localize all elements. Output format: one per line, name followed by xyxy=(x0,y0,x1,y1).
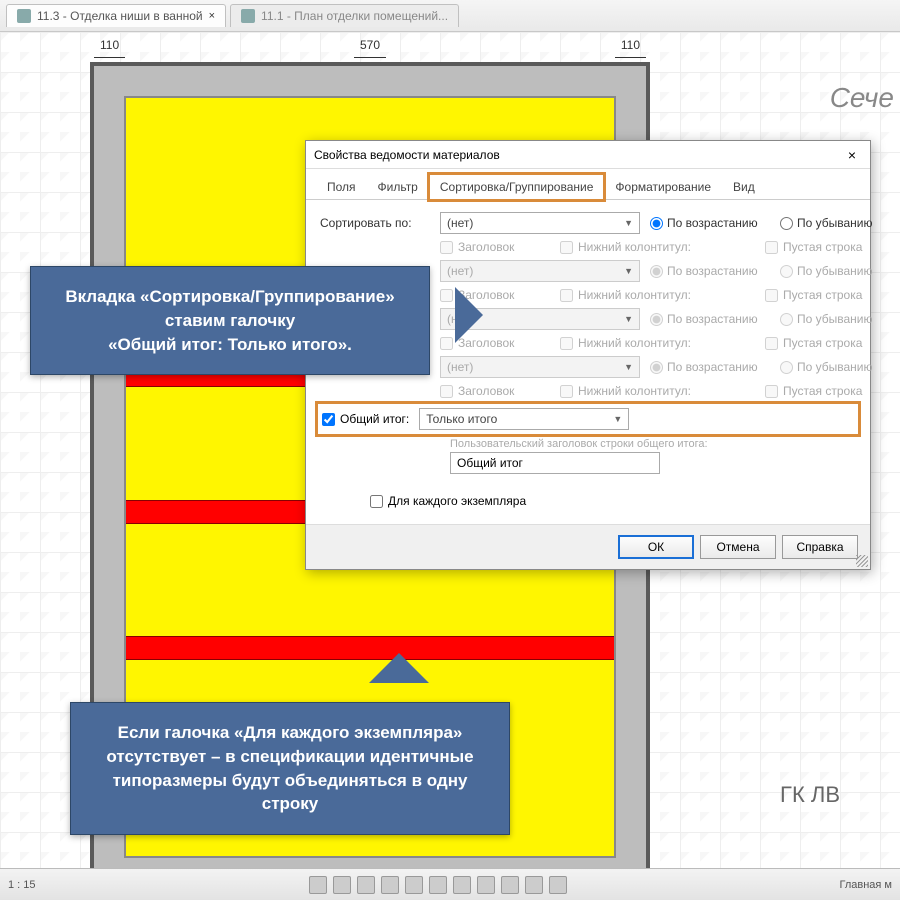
radio-ascending[interactable]: По возрастанию xyxy=(650,216,770,230)
view-title: Сече xyxy=(830,82,894,114)
tab-filter[interactable]: Фильтр xyxy=(367,174,429,200)
annotation-callout-bottom: Если галочка «Для каждого экземпляра» от… xyxy=(70,702,510,835)
status-icon[interactable] xyxy=(429,876,447,894)
scale-display[interactable]: 1 : 15 xyxy=(8,879,36,891)
status-icon[interactable] xyxy=(501,876,519,894)
status-icon[interactable] xyxy=(381,876,399,894)
annotation-callout-top: Вкладка «Сортировка/Группирование» стави… xyxy=(30,266,430,375)
status-icon[interactable] xyxy=(525,876,543,894)
close-icon[interactable]: × xyxy=(209,10,215,22)
blank-line-checkbox: Пустая строка xyxy=(765,384,885,398)
chevron-down-icon: ▼ xyxy=(613,414,622,424)
chevron-down-icon: ▼ xyxy=(624,362,633,372)
then-subrow: Заголовок Нижний колонтитул: Пустая стро… xyxy=(320,384,856,398)
document-tab-active[interactable]: 11.3 - Отделка ниши в ванной × xyxy=(6,4,226,27)
grand-total-checkbox[interactable]: Общий итог: xyxy=(322,412,409,426)
footer-checkbox: Нижний колонтитул: xyxy=(560,288,755,302)
sort-subrow: Заголовок Нижний колонтитул: Пустая стро… xyxy=(320,240,856,254)
custom-row-title-input[interactable]: Общий итог xyxy=(450,452,660,474)
dialog-title: Свойства ведомости материалов xyxy=(314,148,500,162)
blank-line-checkbox: Пустая строка xyxy=(765,288,885,302)
status-icon[interactable] xyxy=(477,876,495,894)
footer-checkbox: Нижний колонтитул: xyxy=(560,336,755,350)
document-tab-inactive[interactable]: 11.1 - План отделки помещений... xyxy=(230,4,459,27)
app-frame: 11.3 - Отделка ниши в ванной × 11.1 - Пл… xyxy=(0,0,900,900)
ok-button[interactable]: ОК xyxy=(618,535,694,559)
document-tab-label: 11.1 - План отделки помещений... xyxy=(261,9,448,23)
dialog-titlebar[interactable]: Свойства ведомости материалов × xyxy=(306,141,870,169)
status-icon[interactable] xyxy=(333,876,351,894)
radio-descending: По убыванию xyxy=(780,264,890,278)
tab-formatting[interactable]: Форматирование xyxy=(604,174,722,200)
dimension-top: 110 570 110 xyxy=(94,38,646,58)
sheet-icon xyxy=(17,9,31,23)
radio-ascending: По возрастанию xyxy=(650,360,770,374)
status-icon[interactable] xyxy=(357,876,375,894)
status-icon[interactable] xyxy=(453,876,471,894)
status-icon[interactable] xyxy=(309,876,327,894)
sort-by-label: Сортировать по: xyxy=(320,216,430,230)
radio-descending: По убыванию xyxy=(780,312,890,326)
tab-fields[interactable]: Поля xyxy=(316,174,367,200)
material-tag: ГК ЛВ xyxy=(780,782,840,808)
header-checkbox: Заголовок xyxy=(440,240,550,254)
document-tab-label: 11.3 - Отделка ниши в ванной xyxy=(37,9,203,23)
then-by-combo: (нет)▼ xyxy=(440,356,640,378)
dialog-tabs: Поля Фильтр Сортировка/Группирование Фор… xyxy=(306,169,870,200)
status-icon[interactable] xyxy=(549,876,567,894)
help-button[interactable]: Справка xyxy=(782,535,858,559)
grand-total-row: Общий итог: Только итого ▼ xyxy=(320,406,856,432)
document-tab-bar: 11.3 - Отделка ниши в ванной × 11.1 - Пл… xyxy=(0,0,900,32)
radio-descending: По убыванию xyxy=(780,360,890,374)
grand-total-combo[interactable]: Только итого ▼ xyxy=(419,408,629,430)
cancel-button[interactable]: Отмена xyxy=(700,535,776,559)
tab-view[interactable]: Вид xyxy=(722,174,766,200)
close-icon[interactable]: × xyxy=(842,145,862,165)
tab-sorting-grouping[interactable]: Сортировка/Группирование xyxy=(429,174,605,200)
dialog-button-bar: ОК Отмена Справка xyxy=(306,524,870,569)
resize-grip-icon[interactable] xyxy=(856,555,868,567)
footer-checkbox: Нижний колонтитул: xyxy=(560,384,755,398)
chevron-down-icon: ▼ xyxy=(624,266,633,276)
status-icon[interactable] xyxy=(405,876,423,894)
status-right-label: Главная м xyxy=(840,879,893,891)
then-by-combo: (нет)▼ xyxy=(440,260,640,282)
radio-ascending: По возрастанию xyxy=(650,264,770,278)
custom-row-caption: Пользовательский заголовок строки общего… xyxy=(450,438,856,450)
blank-line-checkbox: Пустая строка xyxy=(765,336,885,350)
footer-checkbox: Нижний колонтитул: xyxy=(560,240,755,254)
chevron-down-icon: ▼ xyxy=(624,314,633,324)
header-checkbox: Заголовок xyxy=(440,384,550,398)
blank-line-checkbox: Пустая строка xyxy=(765,240,885,254)
status-bar: 1 : 15 Главная м xyxy=(0,868,900,900)
dim-value: 110 xyxy=(615,38,646,58)
radio-ascending: По возрастанию xyxy=(650,312,770,326)
dim-value: 110 xyxy=(94,38,125,58)
sort-by-combo[interactable]: (нет) ▼ xyxy=(440,212,640,234)
per-instance-checkbox[interactable]: Для каждого экземпляра xyxy=(370,494,856,508)
dim-value: 570 xyxy=(354,38,386,58)
combo-value: Только итого xyxy=(426,412,497,426)
sheet-icon xyxy=(241,9,255,23)
chevron-down-icon: ▼ xyxy=(624,218,633,228)
radio-descending[interactable]: По убыванию xyxy=(780,216,890,230)
combo-value: (нет) xyxy=(447,216,473,230)
sort-row: Сортировать по: (нет)▼ По возрастанию По… xyxy=(320,212,856,234)
